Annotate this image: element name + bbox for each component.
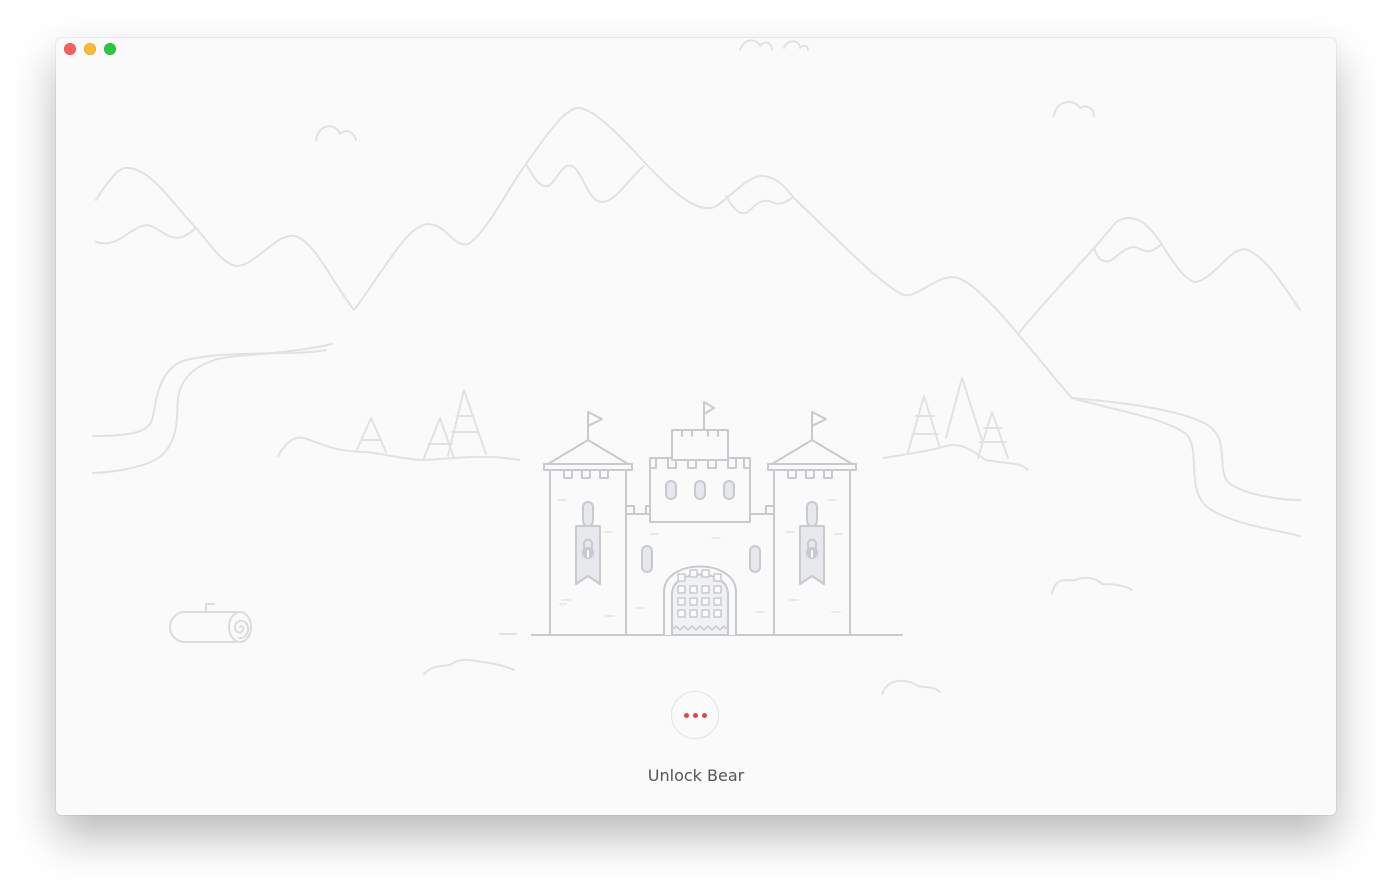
ellipsis-icon-dot-1 [683,712,689,718]
unlock-label: Unlock Bear [647,766,745,785]
unlock-button[interactable] [671,691,719,739]
ellipsis-icon-dot-2 [692,712,698,718]
log-illustration [169,603,252,643]
app-window: Unlock Bear [56,38,1336,815]
castle-illustration [531,401,903,636]
ellipsis-icon-dot-3 [701,712,707,718]
